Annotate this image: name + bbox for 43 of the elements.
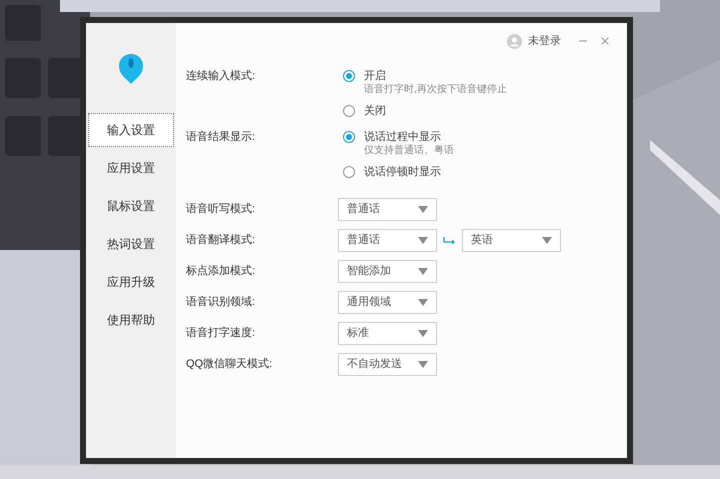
- dropdown-caret-icon: [418, 268, 428, 275]
- radio-button[interactable]: [343, 131, 355, 143]
- dropdown[interactable]: 标准: [338, 322, 437, 345]
- dropdown[interactable]: 英语: [462, 229, 561, 252]
- sidebar-item[interactable]: 鼠标设置: [88, 189, 174, 223]
- sidebar-item[interactable]: 使用帮助: [88, 303, 174, 337]
- dropdown[interactable]: 不自动发送: [338, 353, 437, 376]
- dropdown-caret-icon: [418, 206, 428, 213]
- setting-label: 标点添加模式:: [186, 264, 256, 280]
- dropdown[interactable]: 通用领域: [338, 291, 437, 314]
- dropdown[interactable]: 普通话: [338, 198, 437, 221]
- setting-label: 语音打字速度:: [186, 326, 256, 342]
- sidebar-item[interactable]: 应用升级: [88, 265, 174, 299]
- option-label: 说话停顿时显示: [364, 165, 441, 179]
- option-label: 说话过程中显示: [364, 130, 442, 144]
- radio-button[interactable]: [343, 105, 355, 117]
- setting-label: 语音结果显示:: [186, 130, 256, 145]
- close-icon[interactable]: [599, 35, 611, 47]
- option-label: 关闭: [364, 104, 386, 118]
- dropdown-caret-icon: [418, 237, 428, 244]
- dropdown[interactable]: 智能添加: [338, 260, 437, 283]
- option-hint: 语音打字时,再次按下语音键停止: [364, 83, 507, 96]
- dropdown-caret-icon: [542, 237, 552, 244]
- setting-label: 连续输入模式:: [186, 69, 256, 84]
- dropdown[interactable]: 普通话: [338, 229, 437, 252]
- sidebar-item[interactable]: 热词设置: [88, 227, 174, 261]
- setting-label: 语音识别领域:: [186, 294, 256, 310]
- option-label: 开启: [364, 69, 387, 83]
- dropdown-caret-icon: [418, 361, 428, 368]
- setting-label: QQ微信聊天模式:: [186, 357, 274, 372]
- sidebar-item[interactable]: 应用设置: [88, 151, 174, 185]
- app-logo-icon: [118, 53, 144, 85]
- setting-label: 语音听写模式:: [186, 202, 256, 218]
- login-status[interactable]: 未登录: [528, 32, 561, 50]
- sidebar-item[interactable]: 输入设置: [88, 113, 174, 147]
- setting-label: 语音翻译模式:: [186, 232, 256, 248]
- arrow-icon: [443, 236, 456, 245]
- option-hint: 仅支持普通话、粤语: [364, 144, 454, 157]
- radio-button[interactable]: [343, 166, 355, 178]
- user-avatar-icon: [507, 34, 522, 48]
- radio-button[interactable]: [343, 70, 355, 82]
- dropdown-caret-icon: [418, 299, 428, 306]
- dropdown-caret-icon: [418, 330, 428, 337]
